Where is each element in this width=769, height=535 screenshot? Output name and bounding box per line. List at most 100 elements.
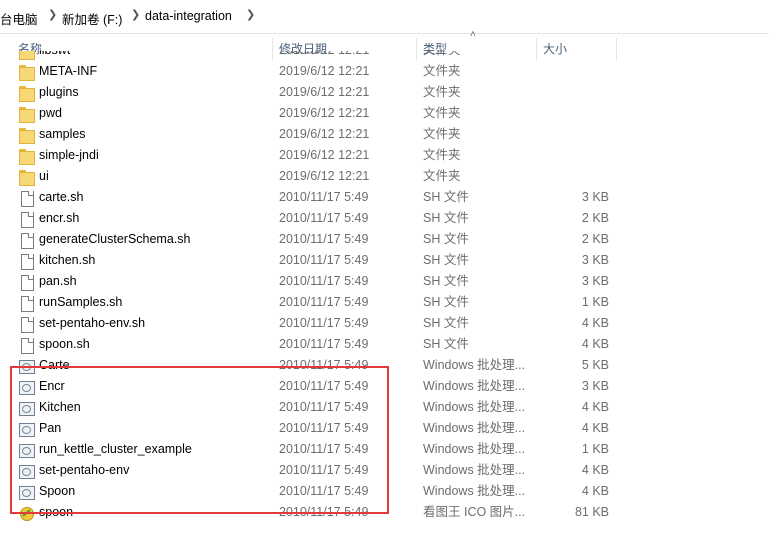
file-row[interactable]: plugins 2019/6/12 12:21 文件夹 bbox=[0, 82, 769, 103]
file-date-modified: 2019/6/12 12:21 bbox=[279, 148, 370, 162]
file-name: encr.sh bbox=[39, 211, 80, 225]
file-date-modified: 2010/11/17 5:49 bbox=[279, 505, 369, 519]
file-date-modified: 2019/6/12 12:21 bbox=[279, 127, 370, 141]
file-type: SH 文件 bbox=[423, 253, 469, 267]
breadcrumb-this-pc[interactable]: 台电脑 bbox=[0, 9, 38, 28]
file-size bbox=[540, 103, 609, 124]
file-type: 文件夹 bbox=[423, 169, 461, 183]
file-type: SH 文件 bbox=[423, 232, 469, 246]
file-row[interactable]: pwd 2019/6/12 12:21 文件夹 bbox=[0, 103, 769, 124]
file-size: 3 KB bbox=[581, 274, 609, 288]
file-row[interactable]: Spoon 2010/11/17 5:49 Windows 批处理... 4 KB bbox=[0, 481, 769, 502]
file-name: carte.sh bbox=[39, 190, 84, 204]
file-date-modified: 2019/6/12 12:21 bbox=[279, 64, 370, 78]
file-row[interactable]: libswt 2019/6/12 12:21 文件夹 bbox=[0, 51, 769, 61]
chevron-right-icon[interactable]: ❯ bbox=[48, 8, 57, 21]
file-size: 3 KB bbox=[581, 190, 609, 204]
file-list: libswt 2019/6/12 12:21 文件夹 META-INF 2019/6/1… bbox=[0, 51, 769, 535]
batch-file-icon bbox=[18, 358, 35, 374]
file-size: 5 KB bbox=[581, 358, 609, 372]
file-name: plugins bbox=[39, 85, 79, 99]
sort-ascending-icon: ˄ bbox=[470, 29, 476, 40]
file-date-modified: 2010/11/17 5:49 bbox=[279, 463, 369, 477]
file-row[interactable]: carte.sh 2010/11/17 5:49 SH 文件 3 KB bbox=[0, 187, 769, 208]
chevron-right-icon[interactable]: ❯ bbox=[246, 8, 255, 21]
file-date-modified: 2010/11/17 5:49 bbox=[279, 190, 369, 204]
file-row[interactable]: set-pentaho-env 2010/11/17 5:49 Windows 批处… bbox=[0, 460, 769, 481]
file-type: Windows 批处理... bbox=[423, 463, 526, 477]
file-row[interactable]: encr.sh 2010/11/17 5:49 SH 文件 2 KB bbox=[0, 208, 769, 229]
batch-file-icon bbox=[18, 442, 35, 458]
file-size bbox=[540, 82, 609, 103]
file-type: SH 文件 bbox=[423, 274, 469, 288]
chevron-right-icon[interactable]: ❯ bbox=[131, 8, 140, 21]
file-icon bbox=[18, 316, 34, 333]
file-row[interactable]: runSamples.sh 2010/11/17 5:49 SH 文件 1 KB bbox=[0, 292, 769, 313]
file-type: SH 文件 bbox=[423, 211, 469, 225]
breadcrumb-drive[interactable]: 新加卷 (F:) bbox=[62, 9, 122, 28]
file-row[interactable]: generateClusterSchema.sh 2010/11/17 5:49 S… bbox=[0, 229, 769, 250]
file-type: Windows 批处理... bbox=[423, 421, 526, 435]
file-size: 4 KB bbox=[581, 316, 609, 330]
file-row[interactable]: run_kettle_cluster_example 2010/11/17 5:4… bbox=[0, 439, 769, 460]
file-icon bbox=[18, 337, 34, 354]
folder-icon bbox=[18, 148, 35, 165]
address-bar[interactable]: 台电脑 ❯ 新加卷 (F:) ❯ data-integration ❯ bbox=[0, 0, 769, 34]
batch-file-icon bbox=[18, 421, 35, 437]
file-size: 1 KB bbox=[581, 295, 609, 309]
file-row[interactable]: simple-jndi 2019/6/12 12:21 文件夹 bbox=[0, 145, 769, 166]
breadcrumb-folder[interactable]: data-integration bbox=[145, 9, 232, 23]
file-date-modified: 2019/6/12 12:21 bbox=[279, 106, 370, 120]
file-row[interactable]: samples 2019/6/12 12:21 文件夹 bbox=[0, 124, 769, 145]
file-row[interactable]: kitchen.sh 2010/11/17 5:49 SH 文件 3 KB bbox=[0, 250, 769, 271]
file-date-modified: 2010/11/17 5:49 bbox=[279, 337, 369, 351]
file-size: 81 KB bbox=[574, 505, 609, 519]
file-name: Carte bbox=[39, 358, 70, 372]
file-name: kitchen.sh bbox=[39, 253, 96, 267]
file-name: ui bbox=[39, 169, 49, 183]
folder-icon bbox=[18, 127, 35, 144]
file-row[interactable]: set-pentaho-env.sh 2010/11/17 5:49 SH 文件 4 … bbox=[0, 313, 769, 334]
file-row[interactable]: pan.sh 2010/11/17 5:49 SH 文件 3 KB bbox=[0, 271, 769, 292]
file-size: 1 KB bbox=[581, 442, 609, 456]
file-date-modified: 2010/11/17 5:49 bbox=[279, 295, 369, 309]
file-row[interactable]: spoon 2010/11/17 5:49 看图王 ICO 图片... 81 KB bbox=[0, 502, 769, 523]
file-icon bbox=[18, 190, 34, 207]
file-type: Windows 批处理... bbox=[423, 358, 526, 372]
file-row[interactable]: Kitchen 2010/11/17 5:49 Windows 批处理... 4 KB bbox=[0, 397, 769, 418]
file-size: 3 KB bbox=[581, 379, 609, 393]
file-row[interactable]: Carte 2010/11/17 5:49 Windows 批处理... 5 KB bbox=[0, 355, 769, 376]
batch-file-icon bbox=[18, 379, 35, 395]
file-name: libswt bbox=[39, 51, 269, 61]
file-row[interactable]: Pan 2010/11/17 5:49 Windows 批处理... 4 KB bbox=[0, 418, 769, 439]
file-type: SH 文件 bbox=[423, 337, 469, 351]
file-type: 文件夹 bbox=[423, 85, 461, 99]
file-type: 文件夹 bbox=[423, 127, 461, 141]
file-name: spoon bbox=[39, 505, 74, 519]
file-row[interactable]: ui 2019/6/12 12:21 文件夹 bbox=[0, 166, 769, 187]
file-size: 4 KB bbox=[581, 484, 609, 498]
file-size: 4 KB bbox=[581, 337, 609, 351]
file-name: Spoon bbox=[39, 484, 76, 498]
file-row[interactable]: Encr 2010/11/17 5:49 Windows 批处理... 3 KB bbox=[0, 376, 769, 397]
file-date-modified: 2010/11/17 5:49 bbox=[279, 484, 369, 498]
file-row[interactable]: META-INF 2019/6/12 12:21 文件夹 bbox=[0, 61, 769, 82]
file-name: META-INF bbox=[39, 64, 98, 78]
file-type: 文件夹 bbox=[423, 64, 461, 78]
ico-image-icon bbox=[18, 505, 34, 521]
file-size bbox=[540, 61, 609, 82]
file-size bbox=[540, 166, 609, 187]
file-size bbox=[540, 145, 609, 166]
file-name: runSamples.sh bbox=[39, 295, 123, 309]
file-size: 2 KB bbox=[581, 232, 609, 246]
file-size: 3 KB bbox=[581, 253, 609, 267]
file-size: 4 KB bbox=[581, 400, 609, 414]
file-date-modified: 2010/11/17 5:49 bbox=[279, 379, 369, 393]
file-row[interactable]: spoon.sh 2010/11/17 5:49 SH 文件 4 KB bbox=[0, 334, 769, 355]
file-date-modified: 2010/11/17 5:49 bbox=[279, 400, 369, 414]
file-name: spoon.sh bbox=[39, 337, 90, 351]
file-type: Windows 批处理... bbox=[423, 442, 526, 456]
file-name: samples bbox=[39, 127, 86, 141]
file-type: SH 文件 bbox=[423, 190, 469, 204]
file-type: Windows 批处理... bbox=[423, 379, 526, 393]
